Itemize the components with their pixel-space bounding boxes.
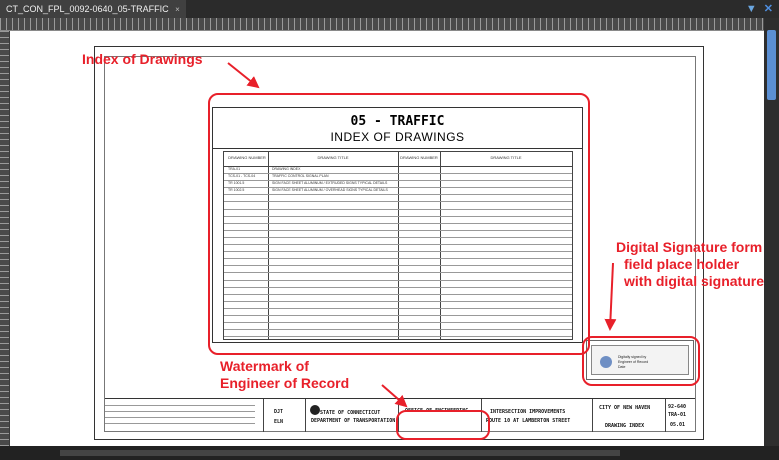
watermark-highlight-box: [396, 410, 490, 440]
signature-label-3: with digital signature: [624, 273, 765, 289]
project-line-2: ROUTE 10 AT LAMBERTON STREET: [486, 418, 571, 424]
department-name: DEPARTMENT OF TRANSPORTATION: [311, 418, 396, 424]
designer-initials: DJT: [274, 409, 284, 415]
signature-label-1: Digital Signature form: [616, 239, 763, 255]
signature-label-2: field place holder: [624, 256, 740, 272]
document-tab[interactable]: CT_CON_FPL_0092-0640_05-TRAFFIC ×: [0, 0, 186, 18]
signature-highlight-box: [582, 336, 700, 386]
project-block: INTERSECTION IMPROVEMENTS ROUTE 10 AT LA…: [481, 399, 590, 432]
horizontal-scrollbar[interactable]: [0, 446, 779, 460]
checker-initials: ELN: [274, 419, 284, 425]
watermark-label-1: Watermark of: [220, 358, 309, 374]
close-icon[interactable]: ✕: [764, 3, 773, 15]
vertical-scrollbar[interactable]: [764, 18, 779, 446]
town-name: CITY OF NEW HAVEN: [599, 405, 651, 411]
tab-close-icon[interactable]: ×: [175, 1, 180, 19]
window-controls: ▼ ✕: [746, 2, 773, 15]
dropdown-icon[interactable]: ▼: [746, 3, 757, 15]
horizontal-ruler: [0, 18, 764, 31]
index-highlight-box: [208, 93, 590, 355]
vertical-ruler: [0, 31, 9, 446]
state-seal-icon: [310, 405, 320, 415]
state-block: STATE OF CONNECTICUT DEPARTMENT OF TRANS…: [305, 399, 396, 432]
drawing-number: TRA-01: [668, 412, 687, 418]
drawing-sheet: 05 - TRAFFIC INDEX OF DRAWINGS DRAWING N…: [10, 31, 764, 446]
town-block: CITY OF NEW HAVEN DRAWING INDEX: [592, 399, 663, 432]
sheet-number: 05.01: [670, 422, 686, 428]
document-tab-title: CT_CON_FPL_0092-0640_05-TRAFFIC: [6, 4, 169, 14]
project-line-1: INTERSECTION IMPROVEMENTS: [490, 409, 566, 415]
project-number: 92-640: [668, 404, 687, 410]
index-of-drawings-label: Index of Drawings: [82, 51, 203, 67]
watermark-label-2: Engineer of Record: [220, 375, 350, 391]
vertical-scrollbar-thumb[interactable]: [767, 30, 776, 100]
state-name: STATE OF CONNECTICUT: [320, 410, 381, 416]
designer-block: DJT ELN: [263, 399, 304, 432]
revisions-block: [105, 399, 255, 432]
sheet-number-block: 92-640 TRA-01 05.01: [665, 399, 696, 432]
sheet-title: DRAWING INDEX: [605, 423, 645, 429]
horizontal-scrollbar-track[interactable]: [60, 450, 620, 456]
window-titlebar: CT_CON_FPL_0092-0640_05-TRAFFIC × ▼ ✕: [0, 0, 779, 18]
